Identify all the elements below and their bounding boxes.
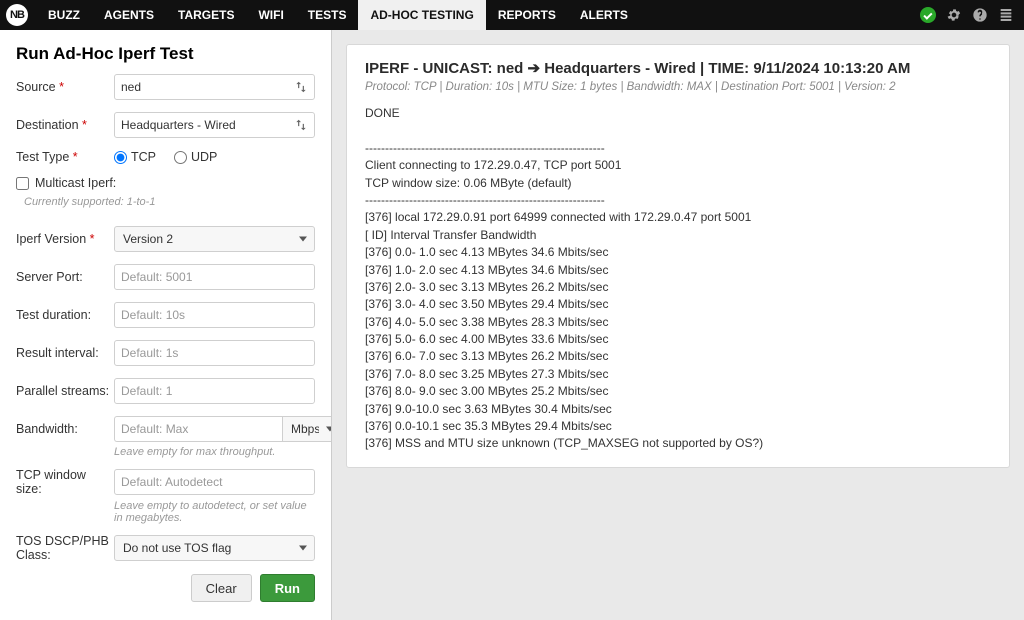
nav-item-tests[interactable]: TESTS (296, 0, 359, 30)
nav-item-targets[interactable]: TARGETS (166, 0, 246, 30)
swap-icon (294, 80, 308, 94)
page-title: Run Ad-Hoc Iperf Test (0, 30, 331, 74)
nav-tabs: BUZZ AGENTS TARGETS WIFI TESTS AD-HOC TE… (36, 0, 640, 30)
destination-value: Headquarters - Wired (121, 118, 236, 132)
top-nav-bar: NB BUZZ AGENTS TARGETS WIFI TESTS AD-HOC… (0, 0, 1024, 30)
select-version[interactable]: Version 2 (114, 226, 315, 252)
radio-udp[interactable] (174, 151, 187, 164)
label-source: Source (16, 80, 114, 94)
input-duration[interactable] (114, 302, 315, 328)
hint-multicast: Currently supported: 1-to-1 (24, 196, 155, 208)
radio-tcp[interactable] (114, 151, 127, 164)
label-parallel: Parallel streams: (16, 384, 114, 398)
input-bandwidth[interactable] (114, 416, 282, 442)
label-tos: TOS DSCP/PHB Class: (16, 534, 114, 562)
status-ok-icon[interactable] (920, 7, 936, 23)
input-interval[interactable] (114, 340, 315, 366)
input-tcpwin[interactable] (114, 469, 315, 495)
gear-icon[interactable] (946, 7, 962, 23)
label-multicast: Multicast Iperf: (35, 176, 116, 190)
source-picker[interactable]: ned (114, 74, 315, 100)
label-test-type: Test Type (16, 150, 114, 164)
label-version: Iperf Version (16, 232, 114, 246)
radio-udp-wrap[interactable]: UDP (174, 150, 217, 164)
nav-item-alerts[interactable]: ALERTS (568, 0, 640, 30)
destination-picker[interactable]: Headquarters - Wired (114, 112, 315, 138)
result-card: IPERF - UNICAST: ned ➔ Headquarters - Wi… (346, 44, 1010, 468)
result-panel: IPERF - UNICAST: ned ➔ Headquarters - Wi… (332, 30, 1024, 620)
nav-item-adhoc[interactable]: AD-HOC TESTING (358, 0, 485, 30)
nav-item-buzz[interactable]: BUZZ (36, 0, 92, 30)
select-bw-unit[interactable]: Mbps (282, 416, 332, 442)
label-server-port: Server Port: (16, 270, 114, 284)
run-button[interactable]: Run (260, 574, 315, 602)
swap-icon (294, 118, 308, 132)
nav-item-reports[interactable]: REPORTS (486, 0, 568, 30)
app-logo[interactable]: NB (6, 4, 28, 26)
source-value: ned (121, 80, 141, 94)
input-parallel[interactable] (114, 378, 315, 404)
clear-button[interactable]: Clear (191, 574, 252, 602)
label-interval: Result interval: (16, 346, 114, 360)
nav-item-agents[interactable]: AGENTS (92, 0, 166, 30)
result-title: IPERF - UNICAST: ned ➔ Headquarters - Wi… (365, 59, 991, 77)
nav-item-wifi[interactable]: WIFI (246, 0, 295, 30)
label-destination: Destination (16, 118, 114, 132)
result-subtitle: Protocol: TCP | Duration: 10s | MTU Size… (365, 81, 991, 93)
help-icon[interactable] (972, 7, 988, 23)
label-duration: Test duration: (16, 308, 114, 322)
config-panel: Run Ad-Hoc Iperf Test Source ned Destina… (0, 30, 332, 620)
input-server-port[interactable] (114, 264, 315, 290)
report-icon[interactable] (998, 7, 1014, 23)
result-output: DONE -----------------------------------… (365, 105, 991, 453)
label-tcpwin: TCP window size: (16, 468, 114, 496)
hint-tcpwin: Leave empty to autodetect, or set value … (114, 500, 315, 524)
radio-tcp-wrap[interactable]: TCP (114, 150, 156, 164)
select-tos[interactable]: Do not use TOS flag (114, 535, 315, 561)
label-bandwidth: Bandwidth: (16, 422, 114, 436)
hint-bandwidth: Leave empty for max throughput. (114, 446, 315, 458)
checkbox-multicast[interactable] (16, 177, 29, 190)
